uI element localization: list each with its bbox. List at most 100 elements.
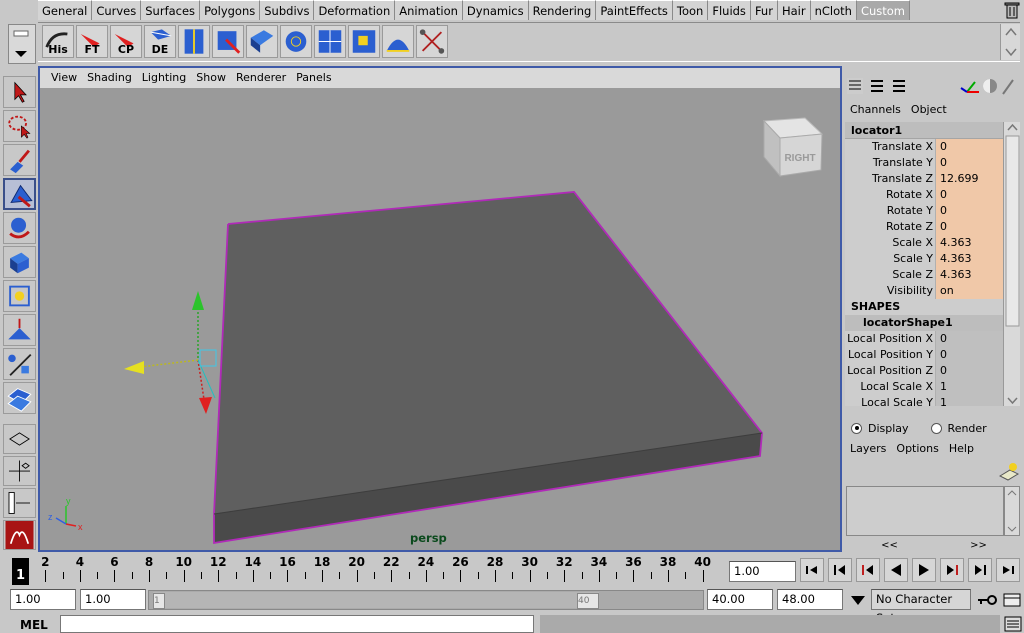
channel-value-field[interactable]: 0	[935, 139, 1003, 155]
channel-name[interactable]: Rotate X	[845, 187, 935, 203]
lasso-tool-button[interactable]	[3, 110, 36, 142]
shelf-button-de[interactable]: DE	[144, 25, 176, 58]
shelf-tab-painteffects[interactable]: PaintEffects	[596, 0, 673, 20]
step-forward-key-button[interactable]	[968, 558, 992, 582]
channel-row[interactable]: Scale X 4.363	[845, 235, 1003, 251]
shelf-tab-general[interactable]: General	[38, 0, 93, 20]
layer-list-scrollbar[interactable]	[1004, 486, 1020, 536]
chevron-down-icon[interactable]	[848, 592, 868, 608]
shelf-tab-dynamics[interactable]: Dynamics	[462, 0, 529, 20]
channel-row[interactable]: Scale Z 4.363	[845, 267, 1003, 283]
shading-sphere-icon[interactable]	[983, 79, 997, 93]
channel-name[interactable]: Scale X	[845, 235, 935, 251]
new-layer-icon[interactable]	[996, 460, 1020, 484]
options-menu[interactable]: Options	[891, 439, 943, 457]
channel-row[interactable]: Visibility on	[845, 283, 1003, 299]
shelf-button-his[interactable]: His	[42, 25, 74, 58]
soft-mod-button[interactable]	[3, 314, 36, 346]
viewport-menu-lighting[interactable]: Lighting	[137, 68, 191, 88]
channel-value-field[interactable]: 1	[935, 379, 1003, 395]
playback-start-field[interactable]: 1.00	[80, 589, 146, 610]
channel-value-field[interactable]: 1	[935, 395, 1003, 406]
layers-menu[interactable]: Layers	[845, 439, 891, 457]
channel-name[interactable]: Translate Z	[845, 171, 935, 187]
scroll-left-button[interactable]: <<	[881, 540, 898, 552]
range-slider-handle[interactable]: 1 40	[153, 592, 599, 609]
shelf-button-sphere-mesh[interactable]	[280, 25, 312, 58]
manipulator-toggle-icon[interactable]	[960, 81, 979, 93]
channel-value-field[interactable]: 0	[935, 155, 1003, 171]
step-forward-frame-button[interactable]	[940, 558, 964, 582]
channel-row[interactable]: Local Scale Y1	[845, 395, 1003, 406]
channel-name[interactable]: Local Position X	[845, 331, 935, 347]
channel-row[interactable]: Local Position X0	[845, 331, 1003, 347]
channel-name[interactable]: Translate X	[845, 139, 935, 155]
move-tool-button[interactable]	[3, 178, 36, 210]
shelf-button-ft[interactable]: FT	[76, 25, 108, 58]
channel-row[interactable]: Rotate X0	[845, 187, 1003, 203]
start-time-field[interactable]: 1.00	[10, 589, 76, 610]
channel-name[interactable]: Local Position Y	[845, 347, 935, 363]
display-radio[interactable]	[851, 422, 862, 434]
last-tool-button[interactable]	[3, 382, 36, 414]
pencil-icon[interactable]	[1002, 79, 1014, 95]
shelf-button-grid-select[interactable]	[348, 25, 380, 58]
shelf-button-node-editor[interactable]	[416, 25, 448, 58]
channel-box-icon[interactable]	[847, 78, 863, 94]
step-back-key-button[interactable]	[828, 558, 852, 582]
shelf-tab-toon[interactable]: Toon	[672, 0, 709, 20]
shelf-button-cp[interactable]: CP	[110, 25, 142, 58]
show-manip-button[interactable]	[3, 348, 36, 380]
shelf-tab-custom[interactable]: Custom	[856, 0, 910, 20]
channel-name[interactable]: Rotate Y	[845, 203, 935, 219]
command-input[interactable]	[60, 615, 534, 633]
play-forwards-button[interactable]	[912, 558, 936, 582]
shelf-tab-ncloth[interactable]: nCloth	[810, 0, 857, 20]
channel-value-field[interactable]: 12.699	[935, 171, 1003, 187]
node-name[interactable]: locator1	[845, 122, 1003, 139]
universal-manip-button[interactable]	[3, 280, 36, 312]
current-time-field[interactable]: 1.00	[729, 561, 796, 582]
attribute-editor-icon[interactable]	[893, 80, 905, 92]
end-time-field[interactable]: 48.00	[777, 589, 843, 610]
channel-value-field[interactable]: 0	[935, 187, 1003, 203]
shelf-tab-animation[interactable]: Animation	[395, 0, 463, 20]
shelf-tab-rendering[interactable]: Rendering	[528, 0, 597, 20]
channel-value-field[interactable]: 4.363	[935, 251, 1003, 267]
channel-row[interactable]: Scale Y 4.363	[845, 251, 1003, 267]
channel-value-field[interactable]: 0	[935, 347, 1003, 363]
channel-name[interactable]: Rotate Z	[845, 219, 935, 235]
shelf-scrollbar[interactable]	[1000, 24, 1020, 60]
render-radio[interactable]	[930, 422, 942, 434]
channel-name[interactable]: Translate Y	[845, 155, 935, 171]
shelf-tab-hair[interactable]: Hair	[777, 0, 811, 20]
channel-value-field[interactable]: on	[935, 283, 1003, 299]
channel-value-field[interactable]: 4.363	[935, 267, 1003, 283]
range-end-knob[interactable]: 40	[577, 593, 599, 609]
shelf-button-cube[interactable]	[246, 25, 278, 58]
channel-value-field[interactable]: 4.363	[935, 235, 1003, 251]
layer-list[interactable]	[846, 486, 1004, 536]
shelf-menu-button[interactable]	[8, 24, 36, 64]
view-cube[interactable]: RIGHT	[762, 117, 824, 178]
maya-logo-button[interactable]	[3, 520, 36, 550]
playback-end-field[interactable]: 40.00	[707, 589, 773, 610]
auto-key-icon[interactable]	[976, 591, 998, 609]
channel-box-scrollbar[interactable]	[1003, 122, 1020, 406]
time-slider[interactable]: 2 4 6 8 10 12 14 16 18 20 22 24 26 28 30 32 34 36 38 40	[10, 554, 724, 586]
paint-select-button[interactable]	[3, 144, 36, 176]
channel-row[interactable]: Translate Z 12.699	[845, 171, 1003, 187]
channel-name[interactable]: Local Position Z	[845, 363, 935, 379]
scroll-right-button[interactable]: >>	[970, 540, 987, 552]
command-language-label[interactable]: MEL	[20, 618, 48, 632]
channel-row[interactable]: Translate Y0	[845, 155, 1003, 171]
viewport-menu-renderer[interactable]: Renderer	[231, 68, 291, 88]
viewport-panel[interactable]: View Shading Lighting Show Renderer Panels RI…	[38, 66, 842, 552]
object-menu[interactable]: Object	[906, 100, 952, 120]
shelf-tab-surfaces[interactable]: Surfaces	[141, 0, 201, 20]
channel-value-field[interactable]: 0	[935, 219, 1003, 235]
viewport-scene[interactable]: RIGHT y z x	[40, 88, 840, 550]
character-set-dropdown[interactable]: No Character Set	[871, 589, 971, 625]
viewport-menu-shading[interactable]: Shading	[82, 68, 137, 88]
shelf-button-uv-map[interactable]	[314, 25, 346, 58]
